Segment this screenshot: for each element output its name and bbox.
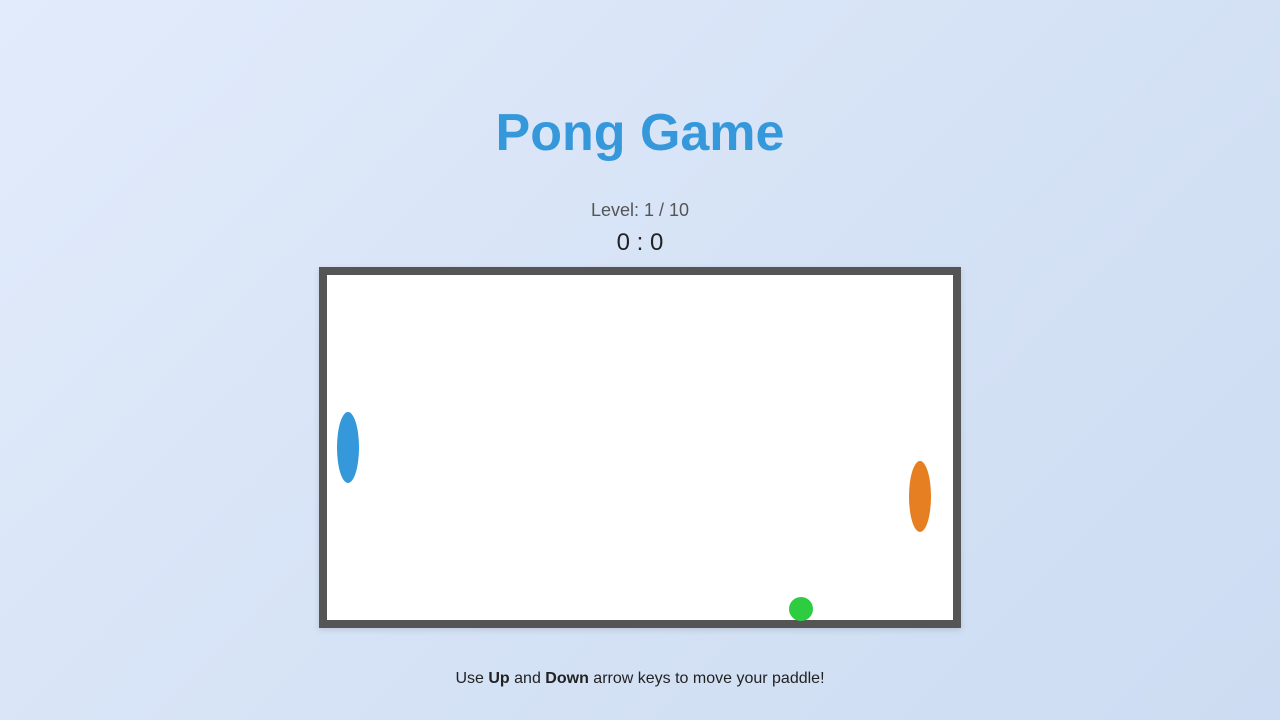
page-title: Pong Game bbox=[495, 104, 785, 162]
ball bbox=[789, 597, 813, 621]
instructions-prefix: Use bbox=[455, 670, 489, 687]
score-display: 0 : 0 bbox=[616, 229, 664, 256]
instructions-mid: and bbox=[509, 670, 546, 687]
instructions-suffix: arrow keys to move your paddle! bbox=[588, 670, 825, 687]
level-indicator: Level: 1 / 10 bbox=[590, 200, 690, 220]
up-key-label: Up bbox=[488, 670, 510, 687]
game-canvas[interactable] bbox=[319, 267, 961, 628]
opponent-paddle bbox=[909, 461, 931, 532]
player-paddle bbox=[337, 412, 359, 483]
instructions-text: Use Up and Down arrow keys to move your … bbox=[0, 669, 1280, 689]
down-key-label: Down bbox=[545, 670, 589, 687]
